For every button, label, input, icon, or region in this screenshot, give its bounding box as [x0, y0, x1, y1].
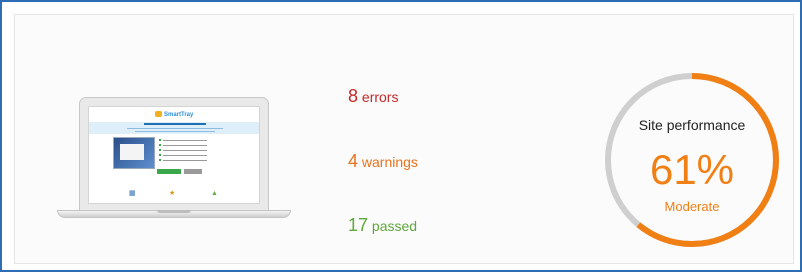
site-feature-line: [159, 139, 207, 141]
site-feature-line: [159, 144, 207, 146]
report-frame: SmartTray ▦ ★ ▲ 8 errors 4 warnings 17 p…: [0, 0, 802, 272]
site-download-button: [157, 169, 181, 174]
warnings-stat: 4 warnings: [348, 152, 418, 171]
laptop-preview: SmartTray ▦ ★ ▲: [57, 97, 291, 221]
passed-stat: 17 passed: [348, 216, 417, 235]
errors-stat: 8 errors: [348, 87, 398, 106]
errors-count: 8: [348, 86, 359, 106]
site-logo-icon: [155, 111, 162, 118]
site-logo: SmartTray: [155, 111, 193, 120]
laptop-lid: SmartTray ▦ ★ ▲: [79, 97, 269, 211]
site-window-thumbnail: [120, 144, 144, 160]
site-heading-line: [144, 123, 206, 125]
warnings-count: 4: [348, 151, 359, 171]
warnings-label: warnings: [361, 154, 418, 170]
gauge-percentage: 61%: [649, 146, 735, 193]
laptop-notch: [157, 210, 191, 213]
site-feature-icon: ★: [169, 190, 176, 197]
site-secondary-button: [184, 169, 202, 174]
site-feature-line: [159, 154, 207, 156]
site-subheading-line: [135, 131, 215, 132]
passed-count: 17: [348, 215, 369, 235]
site-feature-line: [159, 149, 207, 151]
site-subheading-line: [127, 128, 223, 129]
site-feature-line: [159, 159, 207, 161]
site-logo-text: SmartTray: [164, 112, 194, 118]
site-report-card: SmartTray ▦ ★ ▲ 8 errors 4 warnings 17 p…: [14, 14, 794, 264]
site-performance-gauge: Site performance 61% Moderate: [602, 70, 782, 250]
site-product-screenshot: [113, 137, 155, 169]
passed-label: passed: [371, 218, 418, 234]
gauge-title: Site performance: [638, 117, 746, 133]
gauge-rating: Moderate: [664, 199, 720, 214]
site-feature-icon: ▲: [211, 190, 218, 197]
site-preview-screenshot: SmartTray ▦ ★ ▲: [88, 106, 260, 204]
site-feature-icon: ▦: [129, 190, 136, 197]
errors-label: errors: [361, 89, 399, 105]
